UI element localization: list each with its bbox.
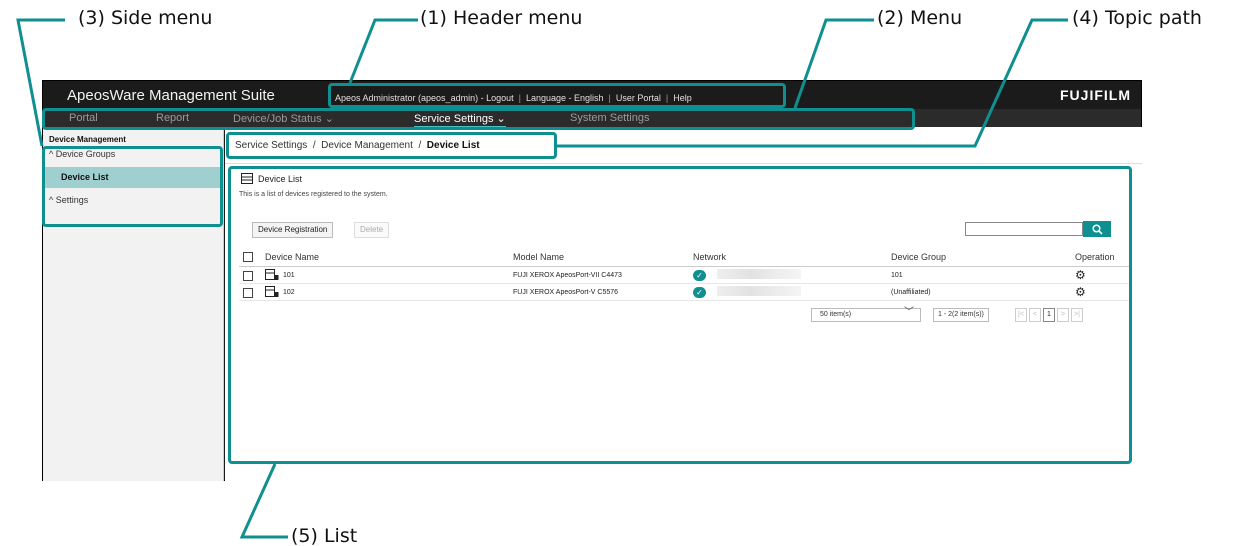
select-all-checkbox[interactable] (243, 252, 253, 262)
nav-device-job-status[interactable]: Device/Job Status ⌄ (233, 112, 334, 125)
prev-page-button[interactable]: < (1029, 308, 1041, 322)
network-ok-icon: ✓ (693, 270, 706, 281)
column-device-group[interactable]: Device Group (891, 252, 946, 262)
callout-list: (5) List (291, 525, 358, 546)
row-checkbox[interactable] (243, 288, 253, 298)
printer-icon (265, 286, 279, 297)
list-title: Device List (258, 173, 303, 184)
list-heading: Device List (241, 173, 302, 184)
device-name-cell[interactable]: 101 (283, 272, 295, 279)
table-row[interactable]: 101 FUJI XEROX ApeosPort-VII C4473 ✓ 101… (239, 268, 1132, 284)
table-header: Device Name Model Name Network Device Gr… (239, 249, 1132, 267)
callout-menu: (2) Menu (877, 7, 963, 29)
search-button[interactable] (1083, 221, 1111, 237)
divider (225, 163, 1142, 164)
search-icon (1091, 223, 1103, 235)
device-group-cell: 101 (891, 272, 903, 279)
side-item-device-groups[interactable]: ^ Device Groups (43, 144, 223, 164)
main-menu: Portal Report Device/Job Status ⌄ Servic… (43, 109, 1141, 128)
callout-topic-path: (4) Topic path (1072, 7, 1202, 29)
breadcrumb-device-management[interactable]: Device Management (321, 140, 413, 151)
page-size-select[interactable]: 50 item(s) ﹀ (811, 307, 921, 322)
chevron-down-icon: ﹀ (904, 307, 914, 318)
list-description: This is a list of devices registered to … (239, 191, 388, 198)
gear-icon[interactable]: ⚙ (1075, 268, 1086, 282)
delete-button[interactable]: Delete (354, 222, 390, 238)
breadcrumb-service-settings[interactable]: Service Settings (235, 140, 307, 151)
side-item-settings[interactable]: ^ Settings (43, 190, 223, 210)
pager-range: 1 - 2(2 item(s)) (933, 308, 989, 322)
language-link[interactable]: Language - English (526, 93, 604, 103)
last-page-button[interactable]: >| (1071, 308, 1083, 322)
callout-side-menu: (3) Side menu (78, 7, 213, 29)
next-page-button[interactable]: > (1057, 308, 1069, 322)
row-checkbox[interactable] (243, 271, 253, 281)
column-operation: Operation (1075, 252, 1115, 262)
side-menu: Device Management ^ Device Groups Device… (43, 127, 224, 481)
app-window: ApeosWare Management Suite Apeos Adminis… (42, 80, 1142, 481)
callout-header-menu: (1) Header menu (420, 7, 583, 29)
network-address-redacted (717, 269, 801, 279)
network-ok-icon: ✓ (693, 287, 706, 298)
nav-service-settings[interactable]: Service Settings ⌄ (414, 112, 506, 128)
header-separator: | (608, 93, 611, 103)
header-separator: | (518, 93, 521, 103)
nav-portal[interactable]: Portal (69, 112, 98, 124)
table-row[interactable]: 102 FUJI XEROX ApeosPort-V C5576 ✓ (Unaf… (239, 285, 1132, 301)
header-menu: Apeos Administrator (apeos_admin) - Logo… (335, 93, 692, 103)
app-title: ApeosWare Management Suite (67, 87, 275, 104)
device-list-icon (241, 173, 253, 184)
column-network[interactable]: Network (693, 252, 726, 262)
device-group-cell: (Unaffiliated) (891, 289, 931, 296)
user-portal-link[interactable]: User Portal (616, 93, 661, 103)
current-page[interactable]: 1 (1043, 308, 1055, 322)
top-bar: ApeosWare Management Suite Apeos Adminis… (43, 81, 1141, 109)
breadcrumb-separator: / (418, 140, 422, 151)
header-separator: | (665, 93, 669, 103)
gear-icon[interactable]: ⚙ (1075, 285, 1086, 299)
device-name-cell[interactable]: 102 (283, 289, 295, 296)
network-address-redacted (717, 286, 801, 296)
page-size-value: 50 item(s) (820, 311, 852, 318)
device-registration-button[interactable]: Device Registration (252, 222, 334, 238)
side-item-device-list[interactable]: Device List (43, 167, 223, 188)
nav-report[interactable]: Report (156, 112, 189, 124)
side-menu-title: Device Management (49, 135, 126, 144)
column-device-name[interactable]: Device Name (265, 252, 319, 262)
help-link[interactable]: Help (673, 93, 692, 103)
first-page-button[interactable]: |< (1015, 308, 1027, 322)
breadcrumb-current: Device List (426, 140, 480, 151)
printer-icon (265, 269, 279, 280)
model-name-cell: FUJI XEROX ApeosPort-V C5576 (513, 289, 619, 296)
brand-logo: FUJIFILM (1060, 87, 1131, 103)
column-model-name[interactable]: Model Name (513, 252, 564, 262)
breadcrumb-separator: / (312, 140, 316, 151)
nav-system-settings[interactable]: System Settings (570, 112, 649, 124)
model-name-cell: FUJI XEROX ApeosPort-VII C4473 (513, 272, 622, 279)
search-input[interactable] (965, 222, 1083, 236)
user-logout-link[interactable]: Apeos Administrator (apeos_admin) - Logo… (335, 93, 514, 103)
breadcrumb: Service Settings / Device Management / D… (235, 140, 480, 151)
main-content: Service Settings / Device Management / D… (225, 127, 1142, 481)
